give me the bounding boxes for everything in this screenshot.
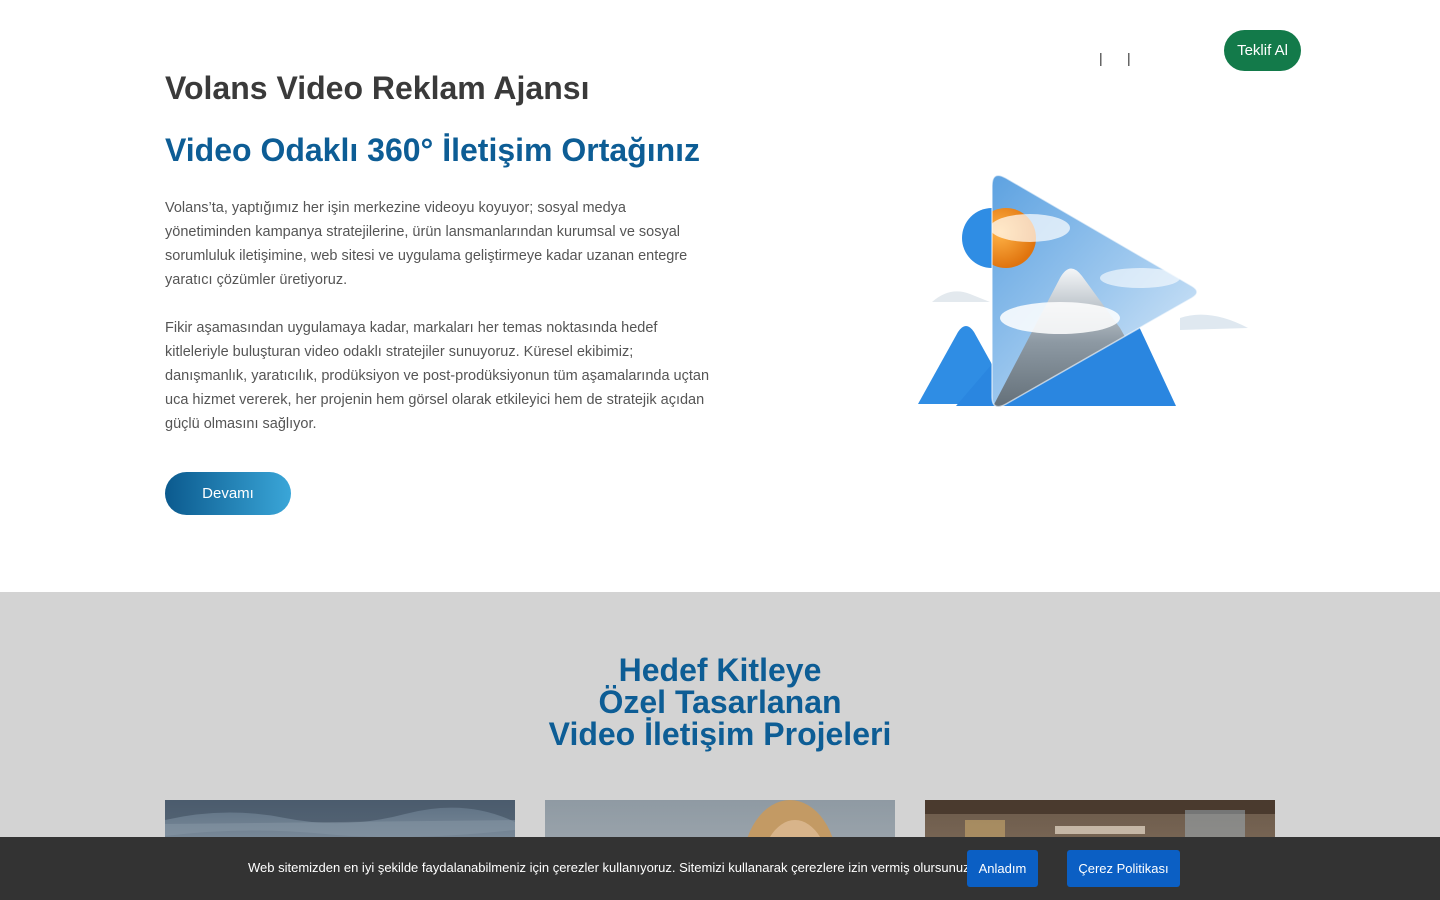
projects-title-line-1: Hedef Kitleye xyxy=(618,652,822,688)
more-button[interactable]: Devamı xyxy=(165,472,291,515)
cookie-consent-bar: Web sitemizden en iyi şekilde faydalanab… xyxy=(0,837,1440,900)
projects-title: Hedef Kitleye Özel Tasarlanan Video İlet… xyxy=(0,654,1440,750)
video-play-mountain-illustration xyxy=(918,174,1248,408)
brand-title: Volans Video Reklam Ajansı xyxy=(165,70,590,106)
cookie-accept-button[interactable]: Anladım xyxy=(967,850,1038,887)
hero-text-block: Volans Video Reklam Ajansı Video Odaklı … xyxy=(165,70,710,515)
cookie-message: Web sitemizden en iyi şekilde faydalanab… xyxy=(248,860,974,875)
projects-title-line-2: Özel Tasarlanan xyxy=(598,684,842,720)
hero-section: Volans Video Reklam Ajansı Video Odaklı … xyxy=(0,0,1440,592)
nav-separator: | xyxy=(1127,50,1131,66)
hero-headline: Video Odaklı 360° İletişim Ortağınız xyxy=(165,132,701,168)
hero-paragraph-1: Volans’ta, yaptığımız her işin merkezine… xyxy=(165,200,688,288)
top-navigation: | | Teklif Al xyxy=(0,30,1440,72)
projects-title-line-3: Video İletişim Projeleri xyxy=(548,716,892,752)
nav-separator: | xyxy=(1099,50,1103,66)
cookie-policy-button[interactable]: Çerez Politikası xyxy=(1067,850,1180,887)
hero-paragraph-2: Fikir aşamasından uygulamaya kadar, mark… xyxy=(165,320,710,432)
get-quote-button[interactable]: Teklif Al xyxy=(1224,30,1301,71)
